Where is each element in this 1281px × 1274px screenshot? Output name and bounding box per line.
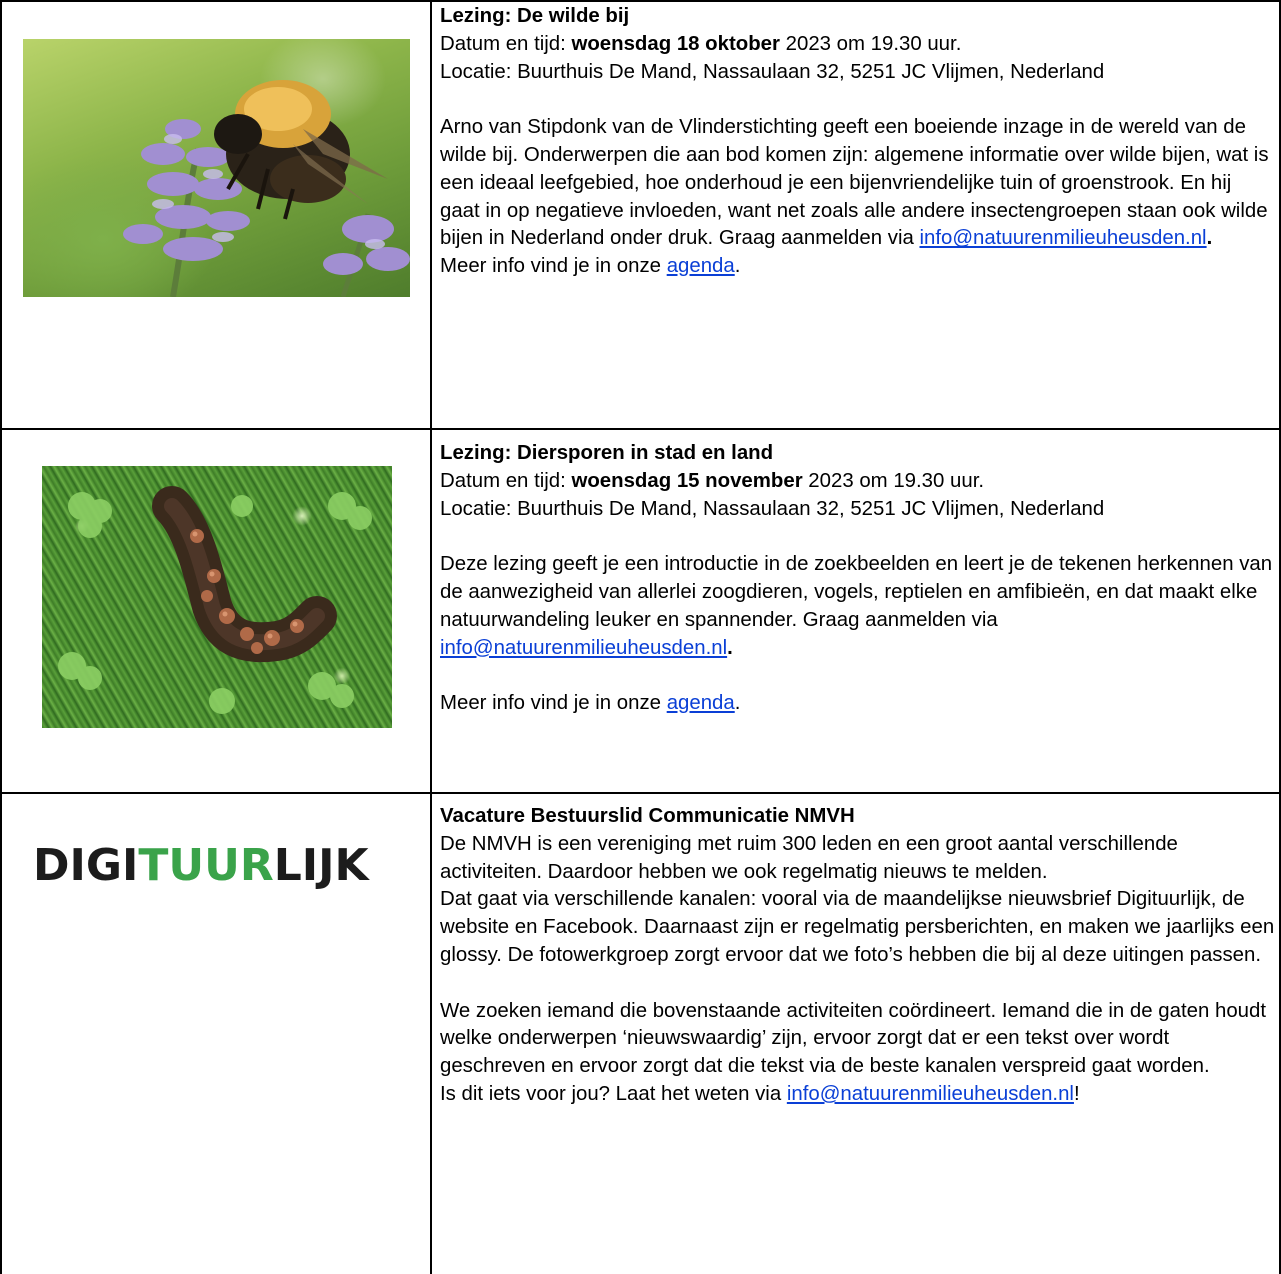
email-link[interactable]: info@natuurenmilieuheusden.nl [787,1083,1074,1105]
vacancy-paragraph: Dat gaat via verschillende kanalen: voor… [440,888,1275,966]
row-divider [0,428,1281,430]
scat-illustration [58,486,372,714]
email-link[interactable]: info@natuurenmilieuheusden.nl [919,227,1206,249]
agenda-link[interactable]: agenda [667,692,735,714]
event-wilde-bij: Lezing: De wilde bij Datum en tijd: woen… [440,3,1276,281]
newsletter-table: Lezing: De wilde bij Datum en tijd: woen… [0,0,1281,1274]
vacancy-paragraph: De NMVH is een vereniging met ruim 300 l… [440,832,1178,883]
email-link[interactable]: info@natuurenmilieuheusden.nl [440,637,727,659]
table-border-top [0,0,1281,2]
event-location: Locatie: Buurthuis De Mand, Nassaulaan 3… [440,60,1105,83]
event-location: Locatie: Buurthuis De Mand, Nassaulaan 3… [440,497,1105,520]
event-diersporen: Lezing: Diersporen in stad en land Datum… [440,440,1276,718]
digituurlijk-logo: DIGITUURLIJK [33,840,369,891]
more-info: Meer info vind je in onze agenda. [440,692,741,715]
more-info: Meer info vind je in onze agenda. [440,255,741,278]
event-title: Lezing: De wilde bij [440,5,630,27]
bee-illustration [123,80,410,297]
event-title: Lezing: Diersporen in stad en land [440,442,774,464]
vacancy-block: Vacature Bestuurslid Communicatie NMVH D… [440,803,1276,1109]
vacancy-title: Vacature Bestuurslid Communicatie NMVH [440,805,855,827]
vacancy-paragraph: We zoeken iemand die bovenstaande activi… [440,999,1266,1078]
row-divider [0,792,1281,794]
event-date: Datum en tijd: woensdag 18 oktober 2023 … [440,32,962,55]
event-date: Datum en tijd: woensdag 15 november 2023… [440,469,985,492]
agenda-link[interactable]: agenda [667,255,735,277]
event-description: Arno van Stipdonk van de Vlinderstichtin… [440,116,1269,250]
table-border-left [0,0,2,1274]
vacancy-cta: Is dit iets voor jou? Laat het weten via… [440,1082,1080,1105]
bee-photo [23,39,410,297]
column-divider [430,0,432,1274]
event-description: Deze lezing geeft je een introductie in … [440,553,1273,659]
animal-tracks-photo [42,466,392,728]
